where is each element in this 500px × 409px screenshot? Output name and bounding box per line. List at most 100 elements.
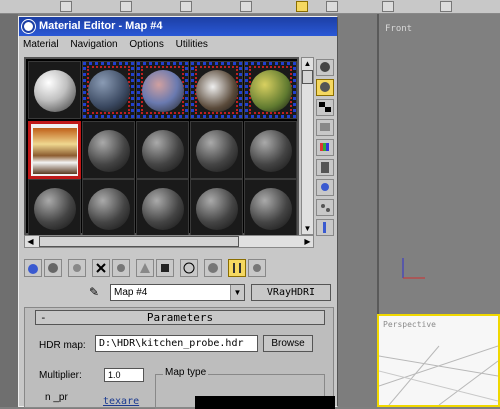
slots-vertical-scrollbar[interactable]: ▲ ▼: [301, 57, 314, 235]
background-checker-icon[interactable]: [316, 99, 334, 116]
sphere-preview: [196, 70, 238, 112]
collapse-icon: -: [40, 311, 47, 324]
map-name-value: Map #4: [114, 287, 148, 298]
show-end-result-icon[interactable]: [204, 259, 222, 277]
menu-options[interactable]: Options: [129, 39, 163, 50]
make-preview-icon[interactable]: [316, 159, 334, 176]
title-bar[interactable]: Material Editor - Map #4: [19, 17, 337, 36]
sphere-preview: [142, 130, 184, 172]
toolbar-icon[interactable]: [60, 1, 72, 12]
material-editor-window: Material Editor - Map #4 Material Naviga…: [18, 16, 338, 409]
sample-uv-tiling-icon[interactable]: [316, 119, 334, 136]
options-icon[interactable]: [316, 179, 334, 196]
menu-material[interactable]: Material: [23, 39, 59, 50]
get-material-icon[interactable]: [24, 259, 42, 277]
put-to-library-icon[interactable]: [136, 259, 154, 277]
select-by-material-icon[interactable]: [316, 199, 334, 216]
menu-utilities[interactable]: Utilities: [176, 39, 208, 50]
map-type-button[interactable]: VRayHDRI: [251, 284, 331, 301]
multiplier-label: Multiplier:: [39, 370, 82, 381]
pick-material-eyedropper-icon[interactable]: ✎: [89, 285, 105, 301]
app-icon[interactable]: [22, 20, 35, 33]
assign-to-selection-icon[interactable]: [68, 259, 86, 277]
reset-map-icon[interactable]: [92, 259, 110, 277]
texture-label[interactable]: texare: [103, 396, 139, 407]
sphere-preview: [250, 70, 292, 112]
sample-slot[interactable]: [136, 179, 189, 237]
show-map-in-viewport-icon[interactable]: [180, 259, 198, 277]
scroll-right-icon[interactable]: ▶: [302, 236, 313, 247]
viewport-front-label: Front: [385, 24, 413, 34]
chevron-down-icon[interactable]: ▼: [230, 285, 244, 300]
put-to-scene-icon[interactable]: [44, 259, 62, 277]
sphere-preview: [250, 130, 292, 172]
make-unique-icon[interactable]: [112, 259, 130, 277]
redacted-area: [195, 396, 335, 409]
video-color-check-icon[interactable]: [316, 139, 334, 156]
material-navigator-icon[interactable]: [316, 219, 334, 236]
sample-slot[interactable]: [244, 121, 297, 179]
toolbar-icon[interactable]: [180, 1, 192, 12]
menu-navigation[interactable]: Navigation: [70, 39, 117, 50]
multiplier-spinner[interactable]: 1.0: [104, 368, 144, 382]
slots-horizontal-scrollbar[interactable]: ◀ ▶: [24, 235, 314, 248]
map-type-group-label: Map type: [163, 367, 209, 378]
sample-slot[interactable]: [82, 121, 135, 179]
sphere-preview: [196, 188, 238, 230]
rollout-header[interactable]: - Parameters: [35, 310, 325, 325]
sample-slots-grid: [24, 57, 299, 237]
parameters-rollout: - Parameters HDR map: D:\HDR\kitchen_pro…: [24, 307, 335, 409]
sphere-preview: [34, 188, 76, 230]
toolbar-icon[interactable]: [120, 1, 132, 12]
main-toolbar: [0, 0, 500, 14]
sphere-preview: [250, 188, 292, 230]
editor-side-toolbar: [316, 57, 336, 272]
viewport-front[interactable]: Front: [377, 14, 500, 314]
backlight-icon[interactable]: [316, 79, 334, 96]
material-effects-channel-icon[interactable]: [156, 259, 174, 277]
scroll-down-icon[interactable]: ▼: [302, 223, 313, 234]
sample-slot[interactable]: [190, 121, 243, 179]
scroll-left-icon[interactable]: ◀: [25, 236, 36, 247]
sample-slot[interactable]: [136, 61, 189, 119]
sample-slot-selected[interactable]: [28, 121, 81, 179]
sphere-preview: [142, 70, 184, 112]
rollout-title: Parameters: [146, 311, 214, 324]
sample-slot[interactable]: [190, 61, 243, 119]
sample-slot[interactable]: [190, 179, 243, 237]
go-forward-sibling-icon[interactable]: [248, 259, 266, 277]
grid-lines: [379, 345, 498, 405]
viewport-top[interactable]: [340, 14, 377, 407]
hdr-map-path-field[interactable]: D:\HDR\kitchen_probe.hdr: [95, 335, 258, 352]
window-title: Material Editor - Map #4: [39, 20, 163, 32]
scroll-thumb[interactable]: [39, 236, 239, 247]
sample-slot[interactable]: [28, 61, 81, 119]
editor-bottom-toolbar: [24, 259, 334, 279]
go-to-parent-icon[interactable]: [228, 259, 246, 277]
sample-slot[interactable]: [136, 121, 189, 179]
toolbar-icon[interactable]: [240, 1, 252, 12]
browse-button[interactable]: Browse: [263, 335, 313, 352]
select-move-icon[interactable]: [296, 1, 308, 12]
sample-slot[interactable]: [82, 61, 135, 119]
sample-slot[interactable]: [244, 179, 297, 237]
sample-slot[interactable]: [244, 61, 297, 119]
viewport-left: [0, 14, 18, 407]
hdr-preview: [33, 128, 77, 174]
sphere-preview: [88, 130, 130, 172]
sample-slot[interactable]: [82, 179, 135, 237]
toolbar-icon[interactable]: [382, 1, 394, 12]
map-name-field[interactable]: Map #4 ▼: [110, 284, 245, 301]
scroll-up-icon[interactable]: ▲: [302, 58, 313, 69]
mirror-label: n _pr: [45, 392, 68, 403]
viewport-perspective[interactable]: Perspective: [377, 314, 500, 407]
sphere-preview: [142, 188, 184, 230]
axis-gizmo-icon: [402, 258, 425, 279]
toolbar-icon[interactable]: [440, 1, 452, 12]
toolbar-icon[interactable]: [326, 1, 338, 12]
map-name-row: ✎ Map #4 ▼ VRayHDRI: [19, 283, 337, 303]
sample-type-icon[interactable]: [316, 59, 334, 76]
scroll-thumb[interactable]: [302, 70, 313, 84]
sample-slot[interactable]: [28, 179, 81, 237]
sphere-preview: [88, 188, 130, 230]
